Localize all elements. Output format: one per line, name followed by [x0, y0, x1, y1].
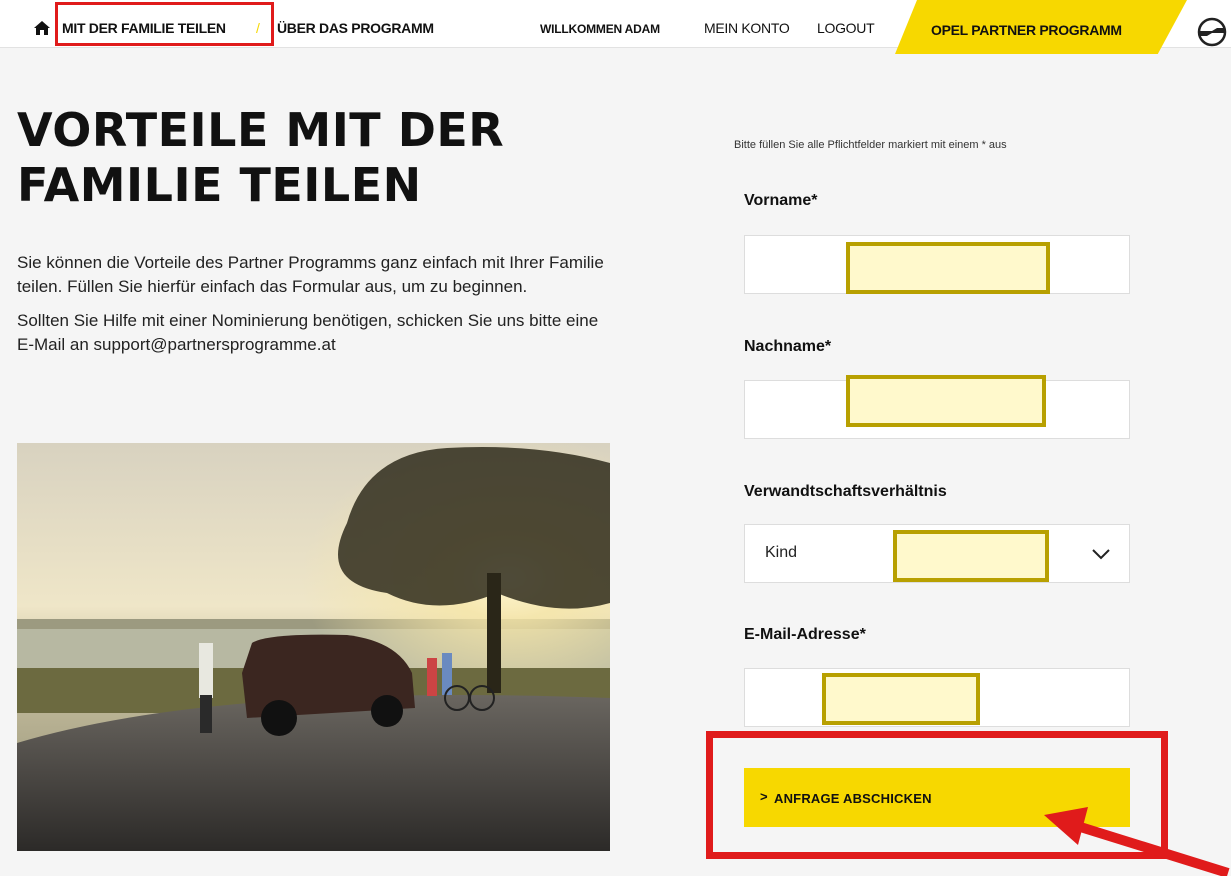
opel-logo-icon[interactable]	[1196, 16, 1228, 48]
redaction-mask-relation	[893, 530, 1049, 582]
email-label: E-Mail-Adresse*	[744, 626, 866, 643]
redaction-mask-last-name	[846, 375, 1046, 427]
page-title-line1: VORTEILE MIT DER	[17, 103, 505, 157]
intro-paragraph-1: Sie können die Vorteile des Partner Prog…	[17, 253, 604, 296]
intro-paragraph-2: Sollten Sie Hilfe mit einer Nominierung …	[17, 311, 599, 354]
home-icon[interactable]	[33, 20, 51, 36]
last-name-label: Nachname*	[744, 338, 832, 355]
relation-label: Verwandtschaftsverhältnis	[744, 483, 947, 500]
my-account-link[interactable]: MEIN KONTO	[704, 20, 790, 36]
redaction-mask-email	[822, 673, 980, 725]
chevron-down-icon	[1092, 549, 1110, 560]
breadcrumb-about-program[interactable]: ÜBER DAS PROGRAMM	[277, 20, 434, 36]
program-badge-label: OPEL PARTNER PROGRAMM	[931, 22, 1122, 38]
highlight-box-breadcrumb	[55, 2, 274, 46]
program-badge[interactable]: OPEL PARTNER PROGRAMM	[895, 0, 1187, 54]
page-title-line2: FAMILIE TEILEN	[17, 158, 422, 212]
redaction-mask-first-name	[846, 242, 1050, 294]
relation-selected-value: Kind	[765, 544, 798, 561]
first-name-label: Vorname*	[744, 192, 818, 209]
page-title: VORTEILE MIT DER FAMILIE TEILEN	[17, 103, 577, 213]
logout-link[interactable]: LOGOUT	[817, 20, 875, 36]
intro-text: Sie können die Vorteile des Partner Prog…	[17, 251, 617, 367]
welcome-text: WILLKOMMEN ADAM	[540, 22, 660, 36]
required-fields-hint: Bitte füllen Sie alle Pflichtfelder mark…	[734, 139, 1007, 151]
family-car-photo	[17, 443, 610, 851]
annotation-arrow-icon	[1044, 807, 1230, 876]
